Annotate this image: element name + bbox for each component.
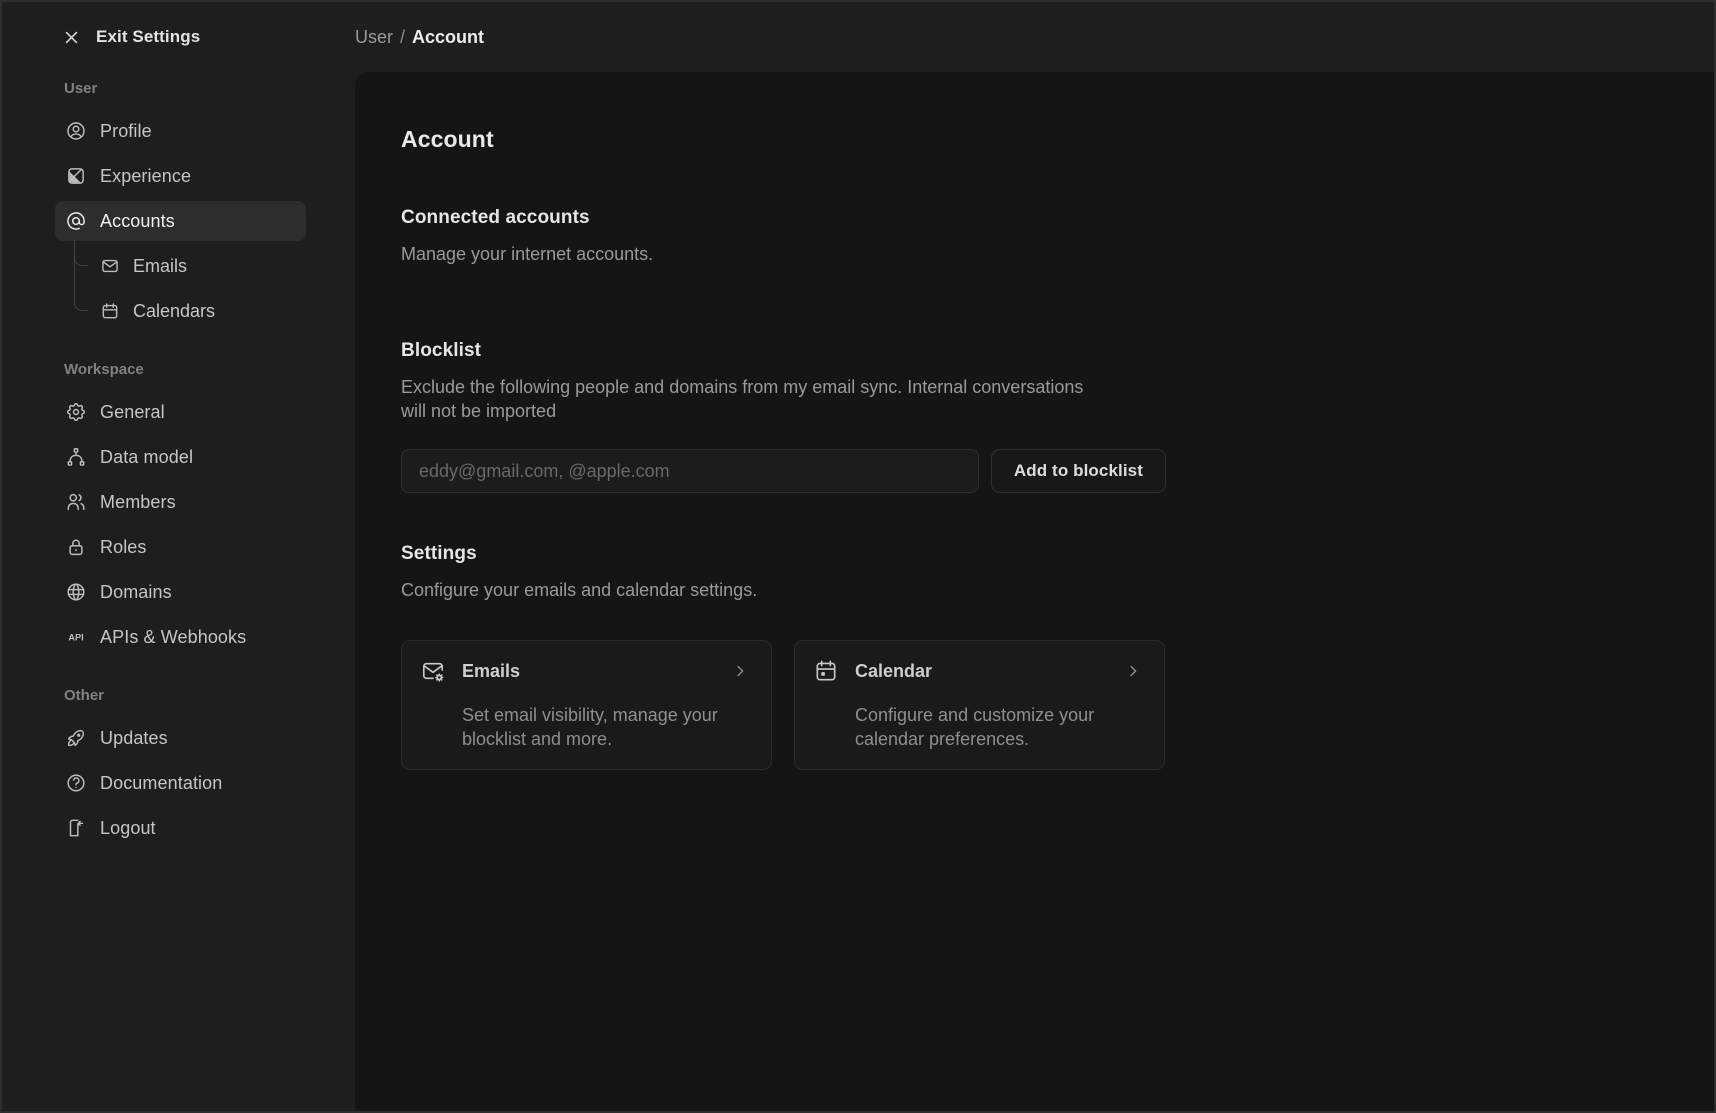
sidebar-item-label: Emails <box>133 255 188 276</box>
appearance-icon <box>65 165 87 187</box>
settings-window: Exit Settings User / Account User Profil… <box>0 0 1716 1113</box>
sidebar-item-members[interactable]: Members <box>55 482 306 522</box>
settings-cards-row: Emails Set email visibility, manage your… <box>401 640 1166 770</box>
sidebar-item-emails[interactable]: Emails <box>55 239 306 286</box>
logout-icon <box>65 817 87 839</box>
sidebar-item-roles[interactable]: Roles <box>55 527 306 567</box>
card-title: Calendar <box>855 660 933 681</box>
blocklist-section: Blocklist Exclude the following people a… <box>401 340 1166 493</box>
sidebar-item-label: Data model <box>100 446 194 467</box>
settings-description: Configure your emails and calendar setti… <box>401 580 758 600</box>
sidebar-item-profile[interactable]: Profile <box>55 111 306 151</box>
sidebar-item-general[interactable]: General <box>55 392 306 432</box>
blocklist-title: Blocklist <box>401 340 482 361</box>
sidebar-item-label: Members <box>100 491 176 512</box>
sidebar-item-label: Logout <box>100 817 156 838</box>
blocklist-email-input[interactable] <box>401 449 979 493</box>
exit-settings-label: Exit Settings <box>96 27 201 46</box>
card-description: Configure and customize your calendar pr… <box>855 705 1095 749</box>
sidebar-item-domains[interactable]: Domains <box>55 572 306 612</box>
breadcrumb-separator: / <box>400 26 406 47</box>
sidebar-item-label: Roles <box>100 536 147 557</box>
sidebar-item-label: Profile <box>100 120 152 141</box>
tree-connector <box>74 284 88 311</box>
help-circle-icon <box>65 772 87 794</box>
globe-icon <box>65 581 87 603</box>
mail-cog-icon <box>420 658 446 684</box>
card-header: Calendar <box>813 657 1142 685</box>
sidebar-item-label: Calendars <box>133 300 216 321</box>
users-icon <box>65 491 87 513</box>
chevron-right-icon <box>1124 662 1142 680</box>
card-header: Emails <box>420 657 749 685</box>
tree-connector <box>74 239 88 266</box>
mail-icon <box>100 256 120 276</box>
card-title: Emails <box>462 660 521 681</box>
sidebar-item-label: General <box>100 401 165 422</box>
breadcrumb: User / Account <box>355 2 484 72</box>
calendar-settings-card[interactable]: Calendar Configure and customize your ca… <box>794 640 1165 770</box>
connected-accounts-section: Connected accounts Manage your internet … <box>401 207 1166 266</box>
sidebar-item-updates[interactable]: Updates <box>55 718 306 758</box>
settings-section: Settings Configure your emails and calen… <box>401 543 1166 770</box>
calendar-icon <box>100 301 120 321</box>
rocket-icon <box>65 727 87 749</box>
connected-accounts-description: Manage your internet accounts. <box>401 244 654 264</box>
settings-title: Settings <box>401 543 477 564</box>
sidebar-section-label-other: Other <box>64 687 105 704</box>
sidebar-section-label-user: User <box>64 80 98 97</box>
sidebar-item-documentation[interactable]: Documentation <box>55 763 306 803</box>
settings-main-panel: Account Connected accounts Manage your i… <box>355 72 1714 1111</box>
gear-icon <box>65 401 87 423</box>
top-bar: Exit Settings User / Account <box>2 2 1714 72</box>
close-icon <box>63 29 80 46</box>
chevron-right-icon <box>731 662 749 680</box>
sidebar-item-label: Updates <box>100 727 168 748</box>
emails-settings-card[interactable]: Emails Set email visibility, manage your… <box>401 640 772 770</box>
hierarchy-icon <box>65 446 87 468</box>
sidebar-item-label: APIs & Webhooks <box>100 626 247 647</box>
sidebar-item-calendars[interactable]: Calendars <box>55 284 306 331</box>
user-circle-icon <box>65 120 87 142</box>
sidebar-item-apis-webhooks[interactable]: API APIs & Webhooks <box>55 617 306 657</box>
blocklist-form-row: Add to blocklist <box>401 449 1166 493</box>
sidebar-item-label: Documentation <box>100 772 223 793</box>
sidebar-item-label: Domains <box>100 581 172 602</box>
sidebar-item-accounts[interactable]: Accounts <box>55 201 306 241</box>
lock-icon <box>65 536 87 558</box>
sidebar-item-experience[interactable]: Experience <box>55 156 306 196</box>
sidebar-item-data-model[interactable]: Data model <box>55 437 306 477</box>
card-description: Set email visibility, manage your blockl… <box>462 705 718 749</box>
sidebar-item-label: Experience <box>100 165 192 186</box>
accounts-subtree: Emails Calendars <box>55 239 306 331</box>
sidebar-item-logout[interactable]: Logout <box>55 808 306 848</box>
sidebar-item-label: Accounts <box>100 210 175 231</box>
settings-sidebar: User Profile Experience Accounts Emails … <box>2 72 355 1111</box>
calendar-event-icon <box>813 658 839 684</box>
connected-accounts-title: Connected accounts <box>401 207 590 228</box>
breadcrumb-page: Account <box>412 26 485 47</box>
page-title: Account <box>401 126 494 152</box>
sidebar-section-label-workspace: Workspace <box>64 361 144 378</box>
exit-settings-button[interactable]: Exit Settings <box>63 27 200 47</box>
at-sign-icon <box>65 210 87 232</box>
svg-text:API: API <box>68 632 83 642</box>
api-icon: API <box>65 626 87 648</box>
add-to-blocklist-button[interactable]: Add to blocklist <box>990 449 1166 493</box>
breadcrumb-section: User <box>355 26 394 47</box>
blocklist-description: Exclude the following people and domains… <box>401 377 1084 421</box>
